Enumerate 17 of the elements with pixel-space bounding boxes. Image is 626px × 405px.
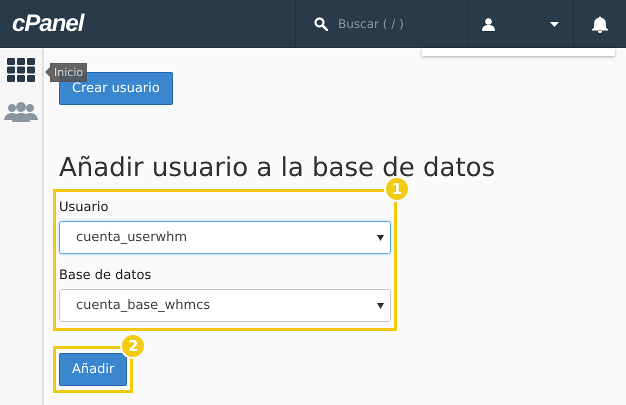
caret-icon xyxy=(377,234,384,240)
field-label: Usuario xyxy=(59,200,110,215)
field-label: Base de datos xyxy=(59,268,152,283)
search-icon xyxy=(314,17,328,31)
users-icon[interactable] xyxy=(4,102,38,122)
bell-icon[interactable] xyxy=(592,16,608,32)
logo[interactable]: cPanel xyxy=(0,0,295,48)
tooltip: Inicio xyxy=(45,63,88,82)
callout-badge: 2 xyxy=(120,333,146,359)
user-icon xyxy=(482,18,495,30)
select-field[interactable]: cuenta_base_whmcs xyxy=(59,289,391,322)
grid-icon[interactable] xyxy=(7,58,35,82)
caret-icon xyxy=(550,22,559,26)
select-field[interactable]: cuenta_userwhm xyxy=(59,221,391,254)
caret-icon xyxy=(377,302,384,308)
add-button[interactable]: Añadir xyxy=(59,353,128,386)
callout-badge: 1 xyxy=(384,176,410,202)
